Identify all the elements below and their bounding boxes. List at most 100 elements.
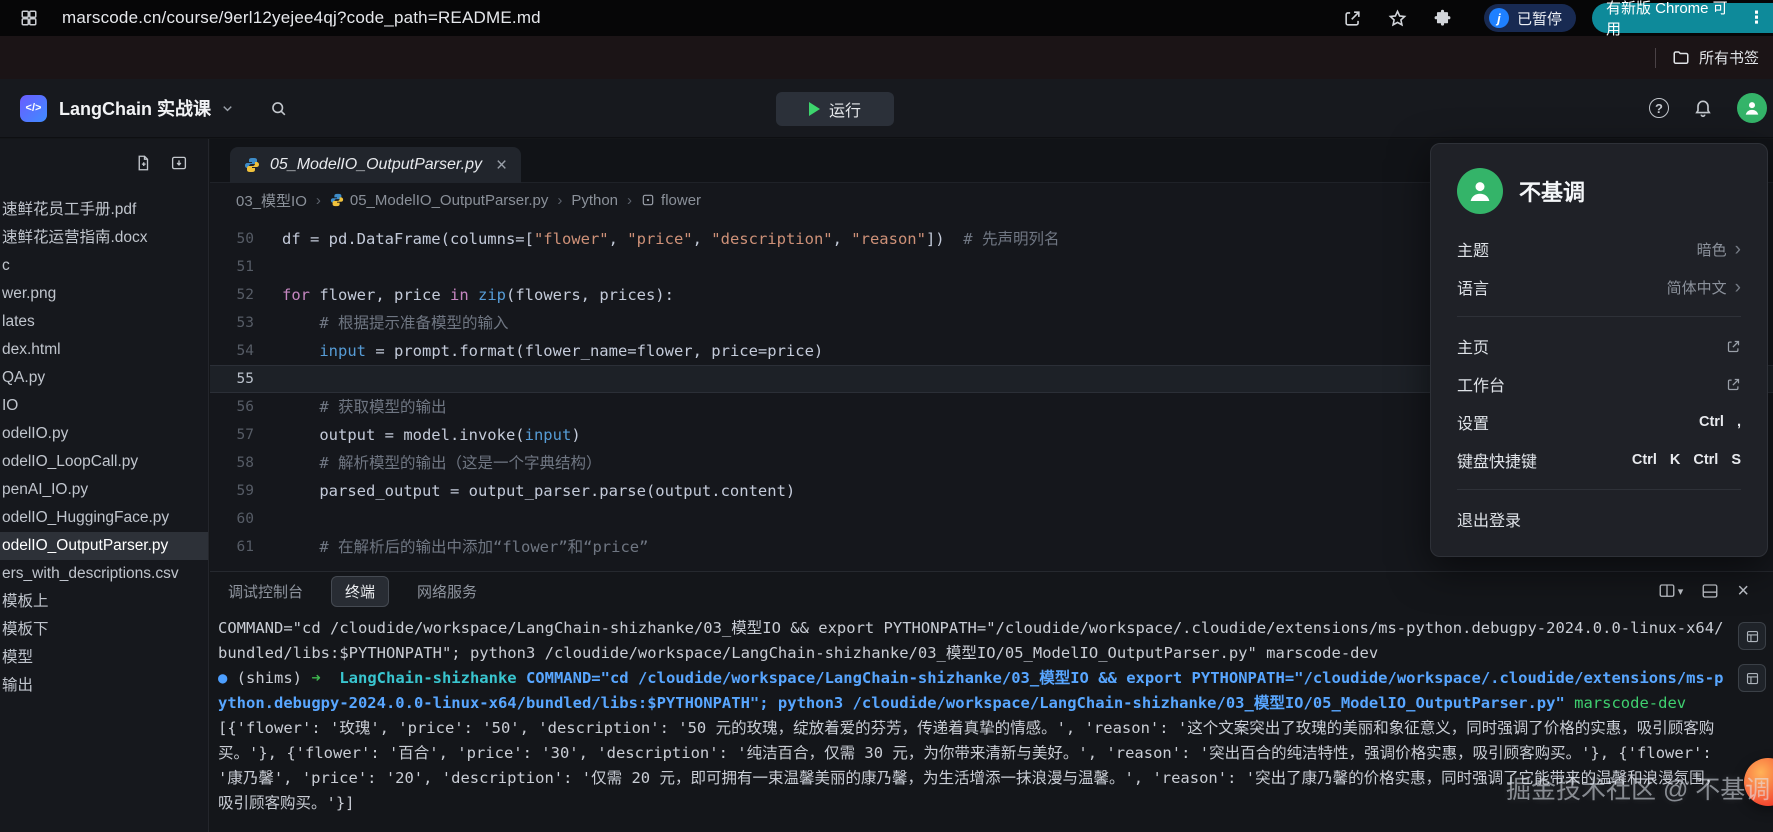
external-link-icon bbox=[1726, 339, 1741, 354]
file-item[interactable]: 输出 bbox=[0, 672, 208, 700]
avatar bbox=[1457, 168, 1503, 214]
terminal-output[interactable]: COMMAND="cd /cloudide/workspace/LangChai… bbox=[218, 610, 1727, 832]
address-bar[interactable]: marscode.cn/course/9erl12yejee4qj?code_p… bbox=[62, 8, 541, 28]
chrome-update-label: 有新版 Chrome 可用 bbox=[1606, 0, 1738, 39]
file-item[interactable]: odelIO_OutputParser.py bbox=[0, 532, 208, 560]
search-icon[interactable] bbox=[269, 99, 288, 118]
user-menu-item[interactable]: 工作台 bbox=[1457, 365, 1741, 403]
shortcut-key: , bbox=[1737, 414, 1741, 430]
file-item[interactable]: 模板上 bbox=[0, 588, 208, 616]
chevron-down-icon[interactable]: ▾ bbox=[1678, 585, 1684, 598]
line-number: 61 bbox=[210, 533, 282, 561]
user-menu-item[interactable]: 主页 bbox=[1457, 327, 1741, 365]
user-menu-item[interactable]: 设置Ctrl, bbox=[1457, 403, 1741, 441]
shortcut-key: Ctrl bbox=[1632, 452, 1657, 468]
line-number: 59 bbox=[210, 477, 282, 505]
code-text: # 获取模型的输出 bbox=[282, 393, 447, 421]
notifications-icon[interactable] bbox=[1693, 98, 1713, 118]
file-item[interactable]: wer.png bbox=[0, 280, 208, 308]
extensions-icon[interactable] bbox=[1433, 9, 1452, 28]
user-name: 不基调 bbox=[1519, 175, 1585, 207]
menu-item-label: 主题 bbox=[1457, 237, 1489, 261]
bookmark-star-icon[interactable] bbox=[1388, 9, 1407, 28]
ide-header: </> LangChain 实战课 运行 ? bbox=[0, 79, 1773, 138]
marscode-logo: </> bbox=[20, 95, 47, 122]
split-terminal-icon[interactable]: ▾ bbox=[1658, 582, 1684, 600]
all-bookmarks-button[interactable]: 所有书签 bbox=[1672, 47, 1759, 68]
explorer-actions bbox=[134, 154, 188, 172]
close-icon[interactable]: × bbox=[496, 156, 507, 175]
file-item[interactable]: 速鲜花员工手册.pdf bbox=[0, 196, 208, 224]
line-number: 52 bbox=[210, 281, 282, 309]
code-text: df = pd.DataFrame(columns=["flower", "pr… bbox=[282, 225, 1059, 253]
open-in-editor-icon[interactable] bbox=[1738, 622, 1766, 650]
close-panel-icon[interactable]: × bbox=[1737, 581, 1749, 601]
file-item[interactable]: 模型 bbox=[0, 644, 208, 672]
share-icon[interactable] bbox=[1343, 9, 1362, 28]
terminal-tab[interactable]: 调试控制台 bbox=[228, 581, 303, 602]
file-item[interactable]: IO bbox=[0, 392, 208, 420]
breadcrumb-label: 05_ModelIO_OutputParser.py bbox=[350, 192, 548, 209]
user-menu-item[interactable]: 键盘快捷键CtrlKCtrlS bbox=[1457, 441, 1741, 479]
breadcrumb-item[interactable]: 05_ModelIO_OutputParser.py bbox=[330, 192, 548, 209]
user-avatar[interactable] bbox=[1737, 93, 1767, 123]
open-in-editor-icon[interactable] bbox=[1738, 664, 1766, 692]
breadcrumb-label: 03_模型IO bbox=[236, 190, 307, 211]
tab-overview-icon[interactable] bbox=[20, 9, 38, 27]
chrome-update-badge[interactable]: 有新版 Chrome 可用 ⋮ bbox=[1592, 3, 1773, 33]
user-menu-item[interactable]: 语言简体中文› bbox=[1457, 268, 1741, 306]
code-text: input = prompt.format(flower_name=flower… bbox=[282, 337, 823, 365]
file-item[interactable]: 速鲜花运营指南.docx bbox=[0, 224, 208, 252]
code-text: parsed_output = output_parser.parse(outp… bbox=[282, 477, 795, 505]
code-text: for flower, price in zip(flowers, prices… bbox=[282, 281, 674, 309]
help-icon[interactable]: ? bbox=[1649, 98, 1669, 118]
file-item[interactable]: c bbox=[0, 252, 208, 280]
breadcrumb-item[interactable]: 03_模型IO bbox=[236, 190, 307, 211]
file-list: 速鲜花员工手册.pdf速鲜花运营指南.docxcwer.pnglatesdex.… bbox=[0, 196, 208, 700]
shortcut-key: S bbox=[1731, 452, 1741, 468]
terminal-tab[interactable]: 网络服务 bbox=[417, 581, 477, 602]
user-menu-item[interactable]: 退出登录 bbox=[1457, 500, 1741, 538]
new-file-icon[interactable] bbox=[134, 154, 152, 172]
user-menu: 不基调 主题暗色›语言简体中文›主页工作台设置Ctrl,键盘快捷键CtrlKCt… bbox=[1430, 143, 1768, 557]
code-text: # 在解析后的输出中添加“flower”和“price” bbox=[282, 533, 648, 561]
screen: marscode.cn/course/9erl12yejee4qj?code_p… bbox=[0, 0, 1773, 832]
breadcrumb-item[interactable]: flower bbox=[641, 192, 701, 209]
user-menu-item[interactable]: 主题 暗色› bbox=[1457, 230, 1741, 268]
menu-item-value bbox=[1726, 339, 1741, 354]
file-item[interactable]: lates bbox=[0, 308, 208, 336]
file-item[interactable]: ers_with_descriptions.csv bbox=[0, 560, 208, 588]
file-item[interactable]: dex.html bbox=[0, 336, 208, 364]
line-number: 58 bbox=[210, 449, 282, 477]
chevron-right-icon: › bbox=[1735, 240, 1741, 259]
open-folder-icon[interactable] bbox=[170, 154, 188, 172]
file-item[interactable]: penAI_IO.py bbox=[0, 476, 208, 504]
editor-tab[interactable]: 05_ModelIO_OutputParser.py × bbox=[230, 147, 521, 183]
terminal-tab[interactable]: 终端 bbox=[331, 576, 389, 607]
file-item[interactable]: odelIO_HuggingFace.py bbox=[0, 504, 208, 532]
line-number: 55 bbox=[210, 365, 282, 393]
course-switcher[interactable]: </> LangChain 实战课 bbox=[20, 79, 288, 137]
browser-controls: j 已暂停 有新版 Chrome 可用 ⋮ bbox=[1317, 0, 1773, 36]
panel-layout-icon[interactable] bbox=[1701, 582, 1719, 600]
browser-topbar: marscode.cn/course/9erl12yejee4qj?code_p… bbox=[0, 0, 1773, 36]
kebab-menu-icon[interactable]: ⋮ bbox=[1748, 8, 1765, 28]
file-item[interactable]: QA.py bbox=[0, 364, 208, 392]
paused-badge[interactable]: j 已暂停 bbox=[1484, 4, 1576, 32]
line-number: 53 bbox=[210, 309, 282, 337]
terminal-header: 调试控制台 终端 网络服务 ▾ × bbox=[210, 572, 1773, 610]
chevron-down-icon[interactable] bbox=[220, 101, 235, 116]
menu-item-label: 退出登录 bbox=[1457, 507, 1521, 531]
menu-item-value: 暗色› bbox=[1697, 239, 1741, 260]
run-button[interactable]: 运行 bbox=[776, 92, 894, 126]
file-item[interactable]: 模板下 bbox=[0, 616, 208, 644]
breadcrumb-label: flower bbox=[661, 192, 701, 209]
menu-item-value bbox=[1726, 377, 1741, 392]
file-item[interactable]: odelIO_LoopCall.py bbox=[0, 448, 208, 476]
menu-item-label: 键盘快捷键 bbox=[1457, 448, 1537, 472]
terminal-line: COMMAND="cd /cloudide/workspace/LangChai… bbox=[218, 616, 1727, 666]
file-item[interactable]: odelIO.py bbox=[0, 420, 208, 448]
folder-icon bbox=[1672, 49, 1690, 67]
breadcrumb-item[interactable]: Python bbox=[571, 192, 618, 209]
terminal-actions: ▾ × bbox=[1658, 572, 1749, 610]
